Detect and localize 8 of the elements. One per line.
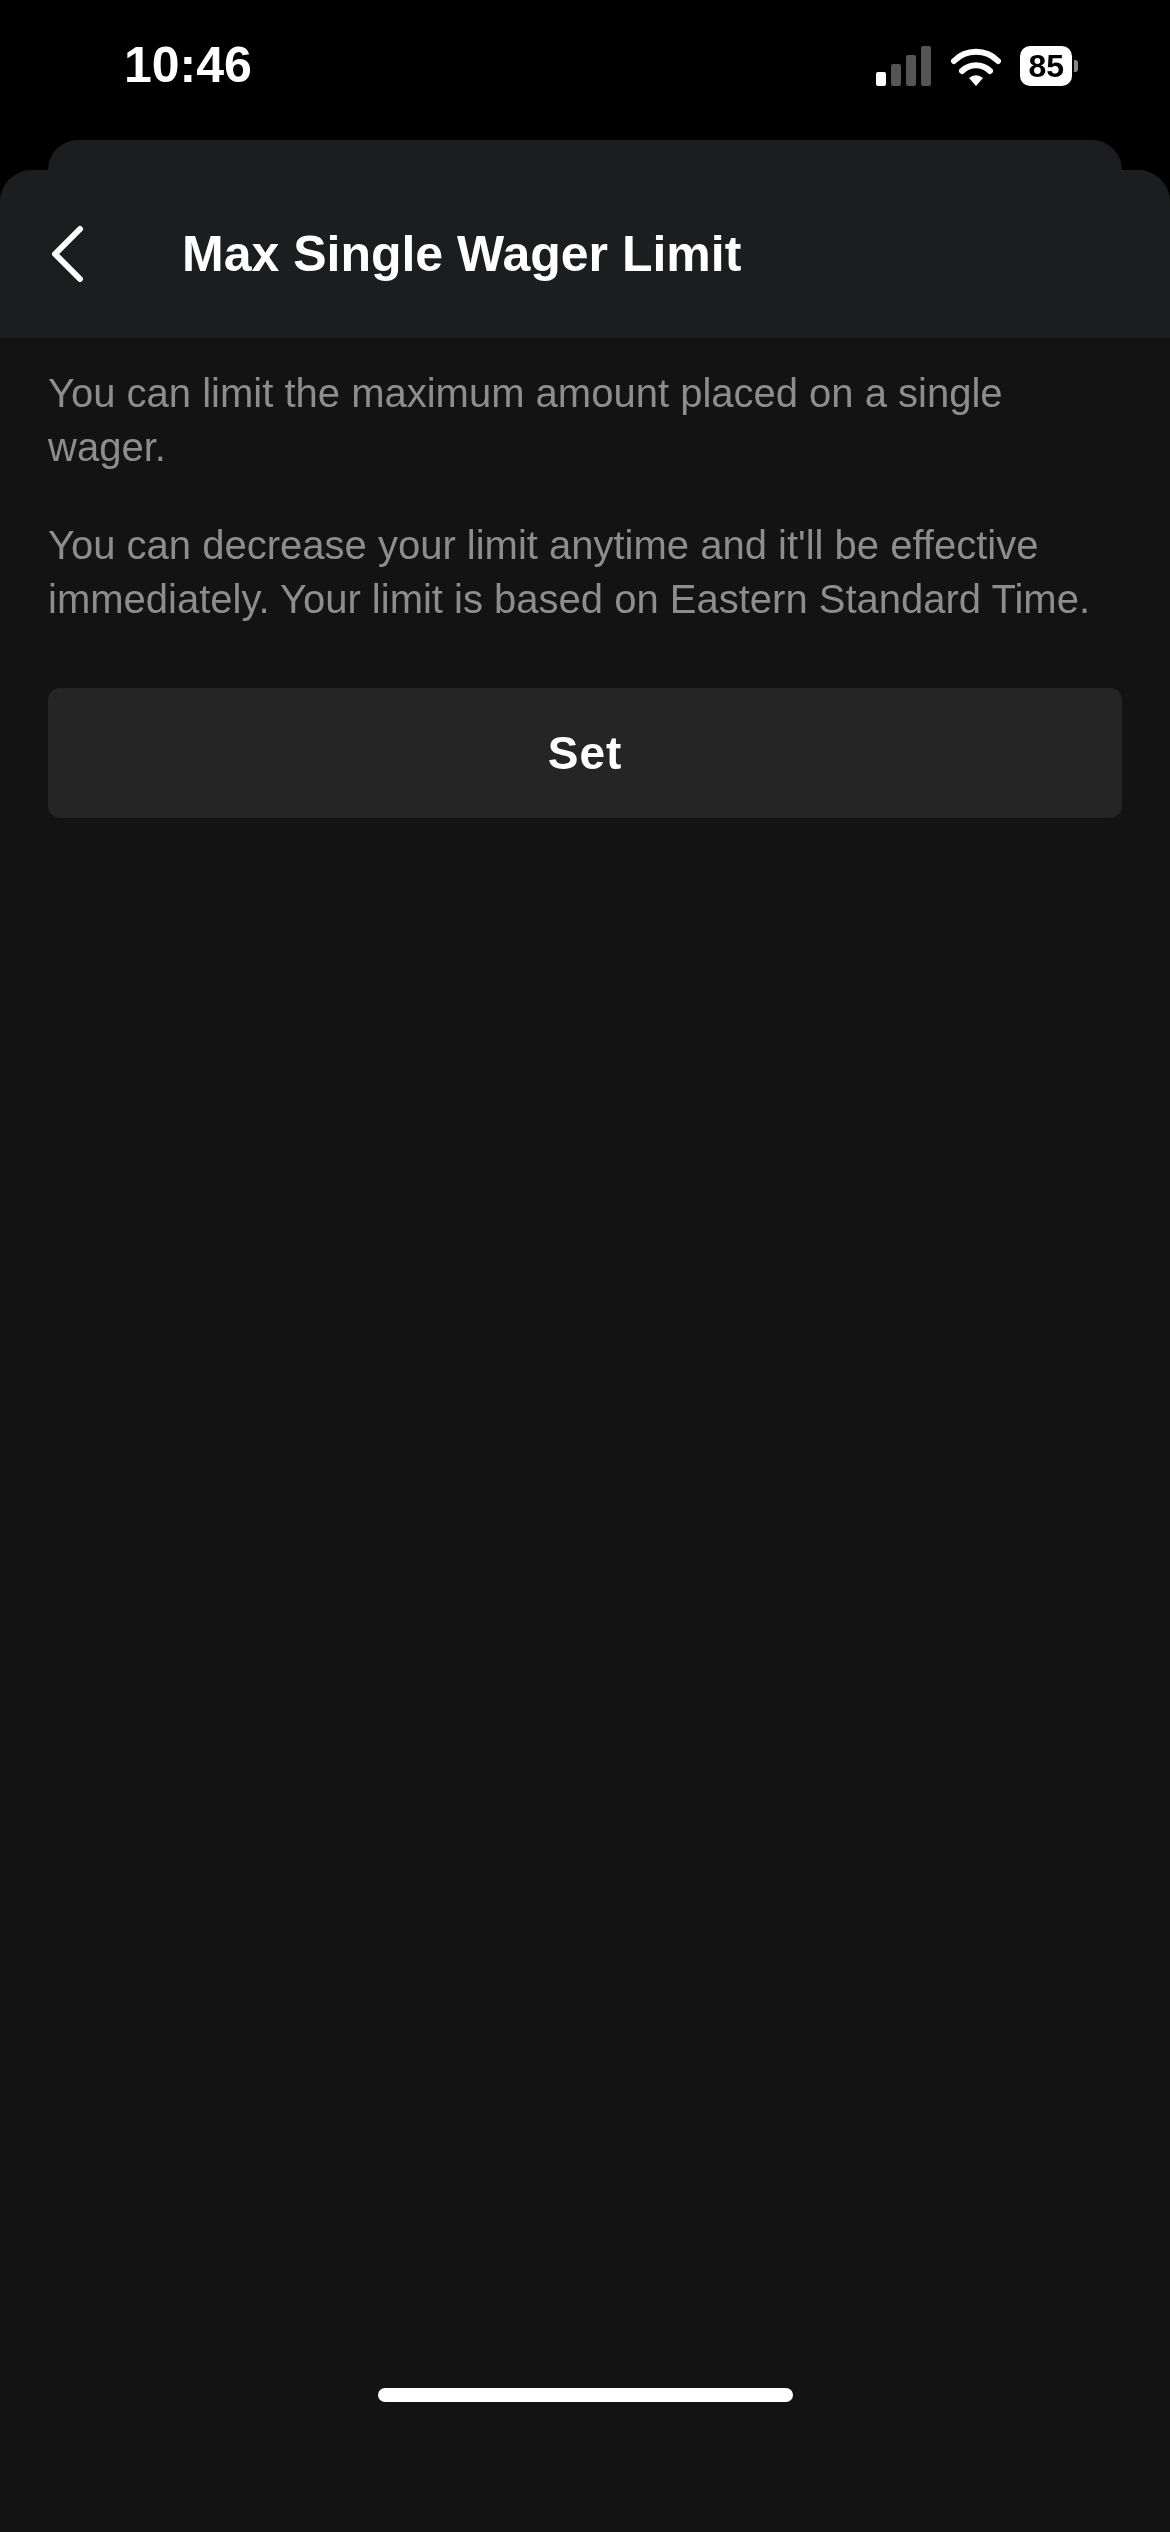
- description-text: You can limit the maximum amount placed on a single wager.: [48, 370, 1004, 471]
- status-time: 10:46: [124, 36, 252, 94]
- page-title: Max Single Wager Limit: [182, 225, 742, 283]
- wifi-icon: [950, 46, 1003, 86]
- signal-icon: [876, 46, 933, 86]
- back-icon[interactable]: [50, 225, 84, 283]
- set-button[interactable]: Set: [48, 688, 1122, 818]
- description-text: You can decrease your limit anytime and it'll be effective immediately. Your limit is based on Eastern Standard Time.: [48, 522, 1091, 623]
